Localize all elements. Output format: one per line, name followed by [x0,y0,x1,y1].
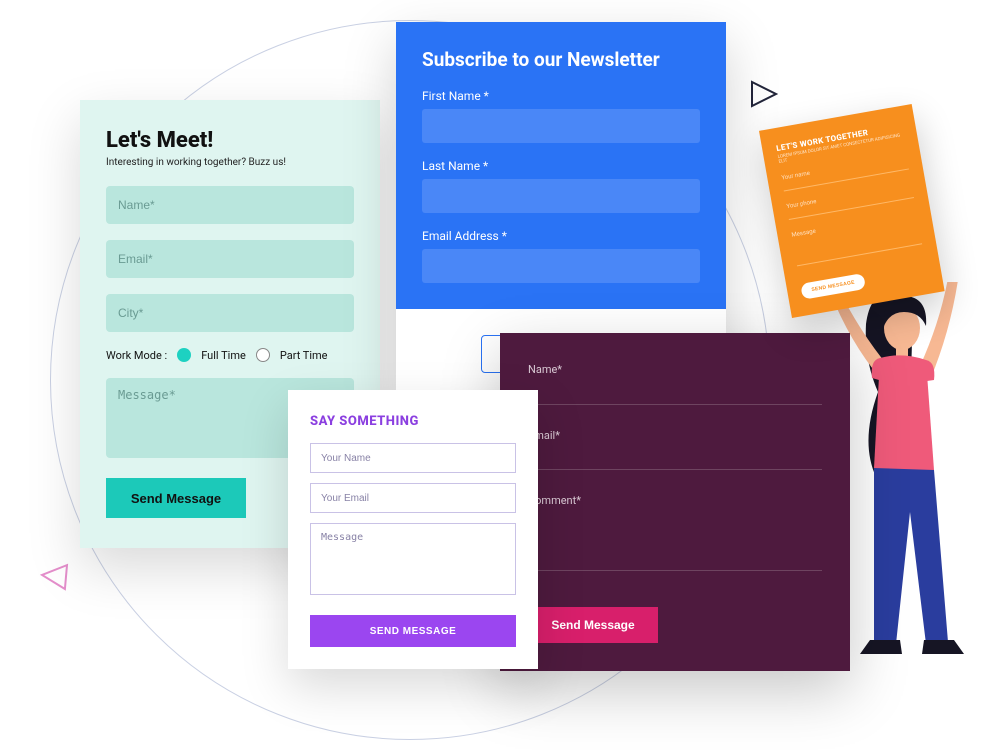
say-send-button[interactable]: SEND MESSAGE [310,615,516,647]
lets-meet-title: Let's Meet! [106,128,354,153]
fulltime-label: Full Time [201,349,246,362]
dark-email-input[interactable] [528,446,822,470]
dark-email-label: Email* [528,429,822,442]
email-address-input[interactable] [422,249,700,283]
orange-send-button[interactable]: SEND MESSAGE [800,273,866,300]
dark-name-label: Name* [528,363,822,376]
fulltime-radio[interactable] [177,348,191,362]
orange-work-together-form: LET'S WORK TOGETHER LOREM IPSUM DOLOR SI… [759,104,945,318]
send-message-button[interactable]: Send Message [106,478,246,518]
dark-comment-form: Name* Email* Comment* Send Message [500,333,850,671]
parttime-label: Part Time [280,349,328,362]
parttime-radio[interactable] [256,348,270,362]
email-input[interactable] [106,240,354,278]
triangle-decoration-right [750,80,778,108]
say-something-form: SAY SOMETHING SEND MESSAGE [288,390,538,669]
say-message-textarea[interactable] [310,523,516,595]
last-name-input[interactable] [422,179,700,213]
triangle-decoration-left [39,561,69,591]
first-name-label: First Name * [422,89,700,103]
work-mode-label: Work Mode : [106,349,167,362]
dark-comment-label: Comment* [528,494,822,507]
dark-name-input[interactable] [528,381,822,405]
last-name-label: Last Name * [422,159,700,173]
name-input[interactable] [106,186,354,224]
work-mode-row: Work Mode : Full Time Part Time [106,348,354,362]
person-illustration [830,282,980,687]
dark-send-button[interactable]: Send Message [528,607,658,643]
your-email-input[interactable] [310,483,516,513]
first-name-input[interactable] [422,109,700,143]
say-something-title: SAY SOMETHING [310,414,516,429]
email-address-label: Email Address * [422,229,700,243]
city-input[interactable] [106,294,354,332]
lets-meet-subtitle: Interesting in working together? Buzz us… [106,157,354,168]
newsletter-title: Subscribe to our Newsletter [422,48,700,71]
your-name-input[interactable] [310,443,516,473]
dark-comment-textarea[interactable] [528,511,822,571]
